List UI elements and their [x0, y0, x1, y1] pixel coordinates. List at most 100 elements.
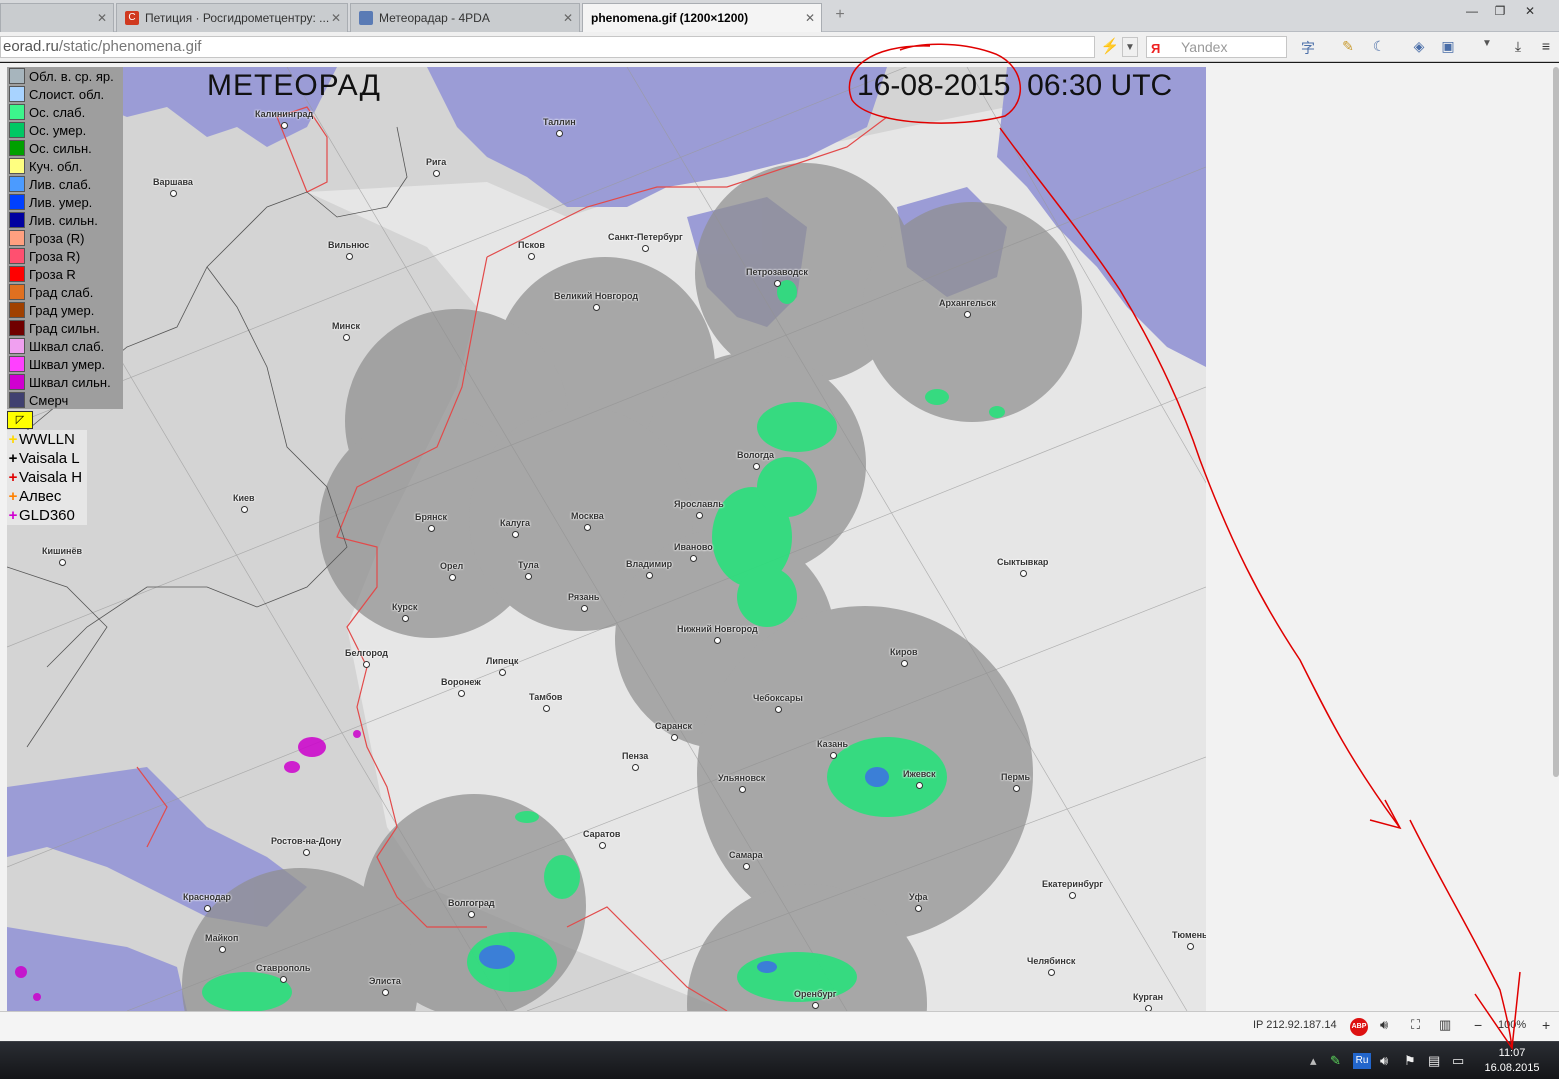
clock-date: 16.08.2015 — [1484, 1062, 1540, 1074]
eraser-icon[interactable]: ◈ — [1408, 38, 1430, 58]
legend-item: Обл. в. ср. яр. — [7, 67, 123, 85]
network-icon[interactable]: ▭ — [1452, 1053, 1464, 1069]
lightning-cross-icon: + — [8, 507, 18, 524]
url-field[interactable]: eorad.ru/static/phenomena.gif — [0, 36, 1095, 58]
legend-item: Шквал слаб. — [7, 337, 123, 355]
tab-label: phenomena.gif (1200×1200) — [591, 11, 749, 25]
legend-item: Смерч — [7, 391, 123, 409]
city-label: Тамбов — [529, 692, 563, 712]
city-label: Белгород — [345, 648, 388, 668]
close-window-icon[interactable]: ✕ — [1518, 4, 1542, 18]
city-label: Санкт-Петербург — [608, 232, 683, 252]
city-label: Вологда — [737, 450, 774, 470]
city-label: Нижний Новгород — [677, 624, 758, 644]
legend-label: Шквал сильн. — [29, 374, 111, 390]
clock-time: 11:07 — [1498, 1047, 1526, 1059]
language-indicator[interactable]: Ru — [1353, 1053, 1371, 1069]
legend-swatch — [9, 140, 25, 156]
tab-meteoradar-4pda[interactable]: Метеорадар - 4PDA ✕ — [350, 3, 580, 32]
city-label: Саранск — [655, 721, 693, 741]
city-label: Таллин — [543, 117, 576, 137]
tab-close-icon[interactable]: ✕ — [331, 11, 341, 25]
status-bar: IP 212.92.187.14 ABP 🔊︎ ⛶ ▥ − 100% + — [0, 1011, 1559, 1041]
city-label: Иваново — [674, 542, 713, 562]
legend-swatch — [9, 392, 25, 408]
city-label: Рязань — [568, 592, 600, 612]
camera-icon[interactable]: ▣ — [1437, 38, 1459, 58]
city-label: Великий Новгород — [554, 291, 639, 311]
map-timestamp: 16-08-2015 06:30 UTC — [857, 69, 1172, 103]
legend-label: Гроза (R) — [29, 230, 85, 246]
4pda-favicon-icon — [359, 11, 373, 25]
tab-close-icon[interactable]: ✕ — [563, 11, 573, 25]
legend-swatch — [9, 176, 25, 192]
pen-icon[interactable]: ✎ — [1330, 1053, 1341, 1069]
adblock-icon[interactable]: ABP — [1350, 1018, 1368, 1036]
legend-item: Град сильн. — [7, 319, 123, 337]
vertical-scrollbar[interactable] — [1553, 67, 1559, 777]
city-label: Екатеринбург — [1042, 879, 1103, 899]
fullscreen-icon[interactable]: ⛶ — [1411, 1017, 1420, 1033]
tab-label: Метеорадар - 4PDA — [379, 11, 490, 25]
main-menu-icon[interactable]: ≡ — [1535, 38, 1557, 58]
minimize-icon[interactable]: — — [1460, 4, 1484, 18]
city-label: Ставрополь — [256, 963, 311, 983]
city-label: Минск — [332, 321, 360, 341]
address-bar: eorad.ru/static/phenomena.gif ⚡ ▼ Я Yand… — [0, 32, 1559, 62]
city-label: Элиста — [369, 976, 401, 996]
tab-petition[interactable]: C Петиция · Росгидрометцентру: ... ✕ — [116, 3, 348, 32]
turbo-bolt-icon[interactable]: ⚡ — [1100, 37, 1120, 57]
legend-label: Гроза R) — [29, 248, 81, 264]
city-label: Пермь — [1001, 772, 1031, 792]
download-icon[interactable]: ⤓ — [1507, 38, 1529, 58]
restore-icon[interactable]: ❐ — [1488, 4, 1512, 18]
legend-label: Шквал умер. — [29, 356, 106, 372]
city-label: Владимир — [626, 559, 673, 579]
action-center-flag-icon[interactable]: ⚑ — [1404, 1053, 1416, 1069]
system-clock[interactable]: 11:07 16.08.2015 — [1480, 1046, 1544, 1076]
lightning-legend-label: Vaisala L — [19, 450, 80, 467]
new-tab-icon[interactable]: + — [828, 6, 852, 26]
devices-icon[interactable]: ▤ — [1428, 1053, 1440, 1069]
url-path: /static/phenomena.gif — [58, 38, 202, 55]
night-mode-icon[interactable]: ☾ — [1368, 38, 1390, 58]
legend-item: Лив. слаб. — [7, 175, 123, 193]
map-date: 16-08-2015 — [857, 69, 1011, 102]
split-view-icon[interactable]: ▥ — [1439, 1017, 1451, 1033]
legend-label: Лив. умер. — [29, 194, 93, 210]
zoom-out-button[interactable]: − — [1474, 1017, 1482, 1033]
yandex-logo-icon: Я — [1151, 41, 1161, 56]
city-label: Брянск — [415, 512, 448, 532]
legend-label: Лив. слаб. — [29, 176, 92, 192]
lightning-cross-icon: + — [8, 488, 18, 505]
lightning-cross-icon: + — [8, 450, 18, 467]
legend-item: Лив. сильн. — [7, 211, 123, 229]
city-label: Волгоград — [448, 898, 495, 918]
tab-unnamed[interactable]: ✕ — [0, 3, 114, 32]
lightning-legend-item: + Алвес — [7, 487, 87, 506]
zoom-in-button[interactable]: + — [1542, 1017, 1550, 1033]
volume-icon[interactable]: 🔊︎ — [1380, 1053, 1388, 1069]
city-label: Орел — [440, 561, 464, 581]
legend-label: Град сильн. — [29, 320, 100, 336]
menu-dropdown-icon[interactable]: ▼ — [1476, 38, 1498, 58]
city-label: Краснодар — [183, 892, 232, 912]
legend-swatch — [9, 302, 25, 318]
zoom-level[interactable]: 100% — [1498, 1019, 1526, 1031]
tab-close-icon[interactable]: ✕ — [97, 11, 107, 25]
city-label: Калуга — [500, 518, 530, 538]
brush-icon[interactable]: ✎ — [1337, 38, 1359, 58]
speaker-icon[interactable]: 🔊︎ — [1380, 1017, 1388, 1033]
city-label: Калининград — [255, 109, 314, 129]
taskbar: ▴ ✎ Ru 🔊︎ ⚑ ▤ ▭ 11:07 16.08.2015 — [0, 1041, 1559, 1079]
tab-close-icon[interactable]: ✕ — [805, 11, 815, 25]
translate-icon[interactable]: 字 — [1297, 38, 1319, 58]
legend-item: Шквал умер. — [7, 355, 123, 373]
tab-phenomena-gif[interactable]: phenomena.gif (1200×1200) ✕ — [582, 3, 822, 32]
url-dropdown-icon[interactable]: ▼ — [1122, 37, 1138, 57]
lightning-legend: + WWLLN + Vaisala L + Vaisala H + Алвес + GLD360 — [7, 430, 87, 525]
lightning-cross-icon: + — [8, 469, 18, 486]
search-input[interactable]: Я Yandex — [1146, 36, 1287, 58]
tray-expand-icon[interactable]: ▴ — [1310, 1053, 1317, 1069]
city-label: Майкоп — [205, 933, 239, 953]
